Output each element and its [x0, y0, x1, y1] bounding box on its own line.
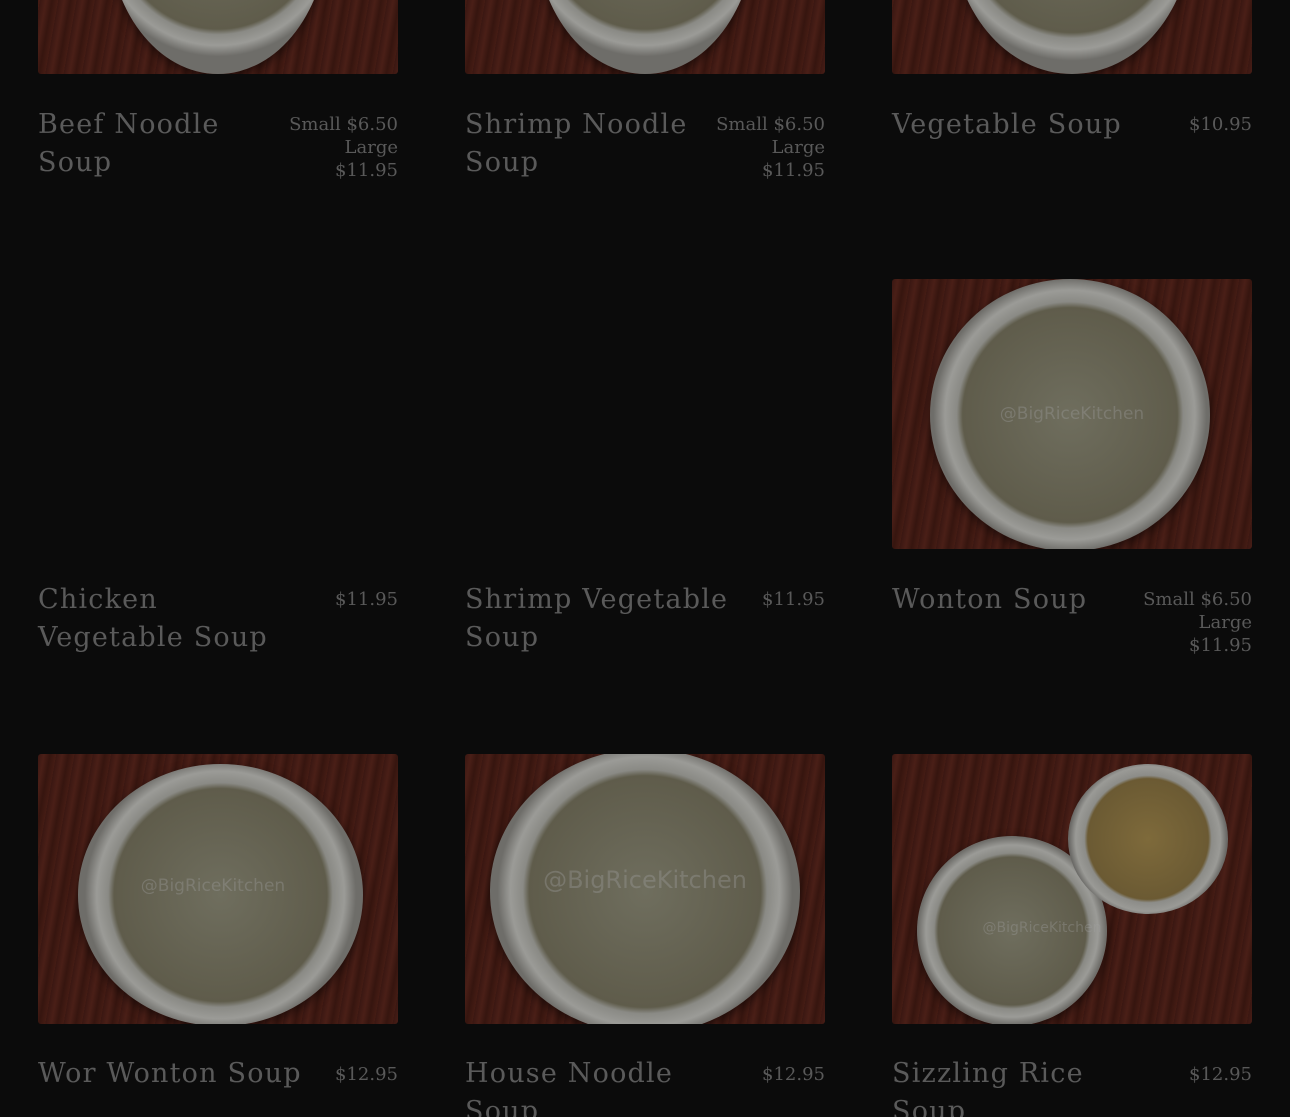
watermark: @BigRiceKitchen [982, 920, 1102, 936]
item-price: $10.95 [1189, 114, 1252, 135]
shrimp-noodle-soup-photo [465, 0, 825, 74]
item-name: Chicken Vegetable Soup [38, 584, 268, 653]
watermark: @BigRiceKitchen [140, 876, 286, 896]
item-name: Beef Noodle Soup [38, 109, 220, 178]
item-name: Shrimp Noodle Soup [465, 109, 688, 178]
item-name: Vegetable Soup [892, 109, 1122, 140]
item-name: House Noodle Soup [465, 1058, 674, 1117]
item-price: $11.95 [762, 589, 825, 610]
vegetable-soup-photo [892, 0, 1252, 74]
wonton-soup-photo: @BigRiceKitchen [892, 279, 1252, 549]
item-name: Sizzling Rice Soup [892, 1058, 1084, 1117]
item-price: Small $6.50 Large $11.95 [716, 114, 825, 181]
sizzling-rice-soup-photo: @BigRiceKitchen [892, 754, 1252, 1024]
menu-page: Beef Noodle Soup Small $6.50 Large $11.95 … [0, 0, 1290, 1117]
item-price: $12.95 [335, 1064, 398, 1085]
item-name: Shrimp Vegetable Soup [465, 584, 729, 653]
watermark: @BigRiceKitchen [543, 866, 747, 894]
item-price: Small $6.50 Large $11.95 [1143, 589, 1252, 656]
item-name: Wor Wonton Soup [38, 1058, 302, 1089]
wor-wonton-soup-photo: @BigRiceKitchen [38, 754, 398, 1024]
item-name: Wonton Soup [892, 584, 1088, 615]
item-price: $12.95 [1189, 1064, 1252, 1085]
house-noodle-soup-photo: @BigRiceKitchen [465, 754, 825, 1024]
item-price: $11.95 [335, 589, 398, 610]
item-price: Small $6.50 Large $11.95 [289, 114, 398, 181]
watermark: @BigRiceKitchen [999, 404, 1145, 424]
item-price: $12.95 [762, 1064, 825, 1085]
beef-noodle-soup-photo [38, 0, 398, 74]
